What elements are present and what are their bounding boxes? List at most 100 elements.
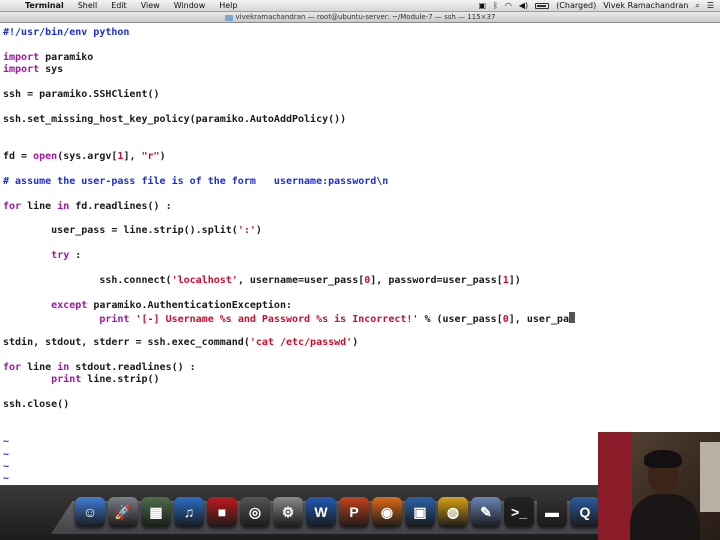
code-token: ~ bbox=[3, 473, 10, 485]
code-token: ) bbox=[159, 151, 166, 162]
mission-control-icon[interactable]: ▦ bbox=[141, 497, 171, 527]
itunes-icon[interactable]: ♫ bbox=[174, 497, 204, 527]
code-token: user_pass = line.strip().split( bbox=[3, 225, 238, 237]
terminal-editor[interactable]: #!/usr/bin/env python import paramiko impo… bbox=[0, 23, 720, 485]
terminal-icon[interactable]: >_ bbox=[504, 497, 534, 527]
code-token: in bbox=[57, 361, 70, 373]
window-title: vivekramachandran — root@ubuntu-server: … bbox=[235, 13, 496, 21]
code-token: % (user_pass[ bbox=[418, 314, 503, 326]
webcam-person-body bbox=[630, 494, 700, 540]
window-title-bar[interactable]: vivekramachandran — root@ubuntu-server: … bbox=[0, 12, 720, 23]
code-line: stdin, stdout, stderr = ssh.exec_command… bbox=[3, 337, 358, 349]
list-icon[interactable]: ☰ bbox=[707, 0, 714, 12]
code-token: for bbox=[3, 200, 22, 212]
battery-icon[interactable] bbox=[535, 2, 550, 9]
code-line: fd = open(sys.argv[1], "r") bbox=[3, 151, 166, 163]
dvd-player-icon[interactable]: ◎ bbox=[240, 497, 270, 527]
code-token: open bbox=[33, 151, 58, 162]
code-token: ~ bbox=[3, 436, 10, 448]
launchpad-icon[interactable]: 🚀 bbox=[108, 497, 138, 527]
code-token: ssh.close() bbox=[3, 399, 70, 410]
code-token: ~ bbox=[3, 461, 10, 472]
code-line: print line.strip() bbox=[3, 374, 160, 386]
menu-bar: Terminal Shell Edit View Window Help ▣ ᛒ… bbox=[0, 0, 720, 12]
code-token: import bbox=[3, 64, 40, 76]
powerpoint-icon[interactable]: P bbox=[339, 497, 369, 527]
screen-icon[interactable]: ▬ bbox=[537, 497, 567, 527]
user-name[interactable]: Vivek Ramachandran bbox=[603, 0, 688, 12]
menu-edit[interactable]: Edit bbox=[104, 0, 134, 12]
webcam-person-hair bbox=[644, 450, 682, 468]
virtualbox-icon[interactable]: ▣ bbox=[405, 497, 435, 527]
code-token: fd.readlines() : bbox=[69, 200, 172, 212]
code-line: except paramiko.AuthenticationException: bbox=[3, 300, 292, 312]
code-line: try : bbox=[3, 250, 81, 262]
code-token: line.strip() bbox=[81, 374, 160, 386]
code-token: "r" bbox=[141, 151, 160, 162]
code-token: ssh = paramiko.SSHClient() bbox=[3, 89, 160, 100]
code-token: ], password=user_pass[ bbox=[370, 275, 503, 286]
menu-shell[interactable]: Shell bbox=[71, 0, 105, 12]
search-icon[interactable]: ⌕ bbox=[695, 0, 699, 12]
bluetooth-icon[interactable]: ᛒ bbox=[493, 0, 498, 12]
chrome-icon[interactable]: ◍ bbox=[438, 497, 468, 527]
battery-status: (Charged) bbox=[556, 0, 597, 10]
code-token: import bbox=[3, 51, 40, 63]
finder-icon[interactable]: ☺ bbox=[75, 497, 105, 527]
code-line: ssh.connect('localhost', username=user_p… bbox=[3, 275, 520, 287]
code-line: # assume the user-pass file is of the fo… bbox=[3, 176, 388, 188]
system-preferences-icon[interactable]: ⚙ bbox=[273, 497, 303, 527]
code-token: ) bbox=[352, 337, 359, 348]
code-token: stdin, stdout, stderr = ssh.exec_command… bbox=[3, 337, 250, 348]
code-line: for line in fd.readlines() : bbox=[3, 201, 172, 213]
code-token: : bbox=[69, 250, 82, 262]
code-line: user_pass = line.strip().split(':') bbox=[3, 225, 262, 237]
code-line: import sys bbox=[3, 64, 63, 76]
webcam-curtain bbox=[598, 432, 632, 540]
code-line: ssh = paramiko.SSHClient() bbox=[3, 89, 160, 101]
photo-booth-icon[interactable]: ■ bbox=[207, 497, 237, 527]
code-line: ssh.set_missing_host_key_policy(paramiko… bbox=[3, 114, 346, 126]
menu-help[interactable]: Help bbox=[212, 0, 244, 12]
code-token: for bbox=[3, 361, 22, 373]
webcam-shelf bbox=[700, 442, 720, 512]
wifi-icon[interactable]: ◠ bbox=[505, 0, 512, 12]
code-token: try bbox=[51, 250, 70, 262]
status-area: ▣ ᛒ ◠ ◀) (Charged) Vivek Ramachandran ⌕ … bbox=[479, 0, 720, 12]
menu-view[interactable]: View bbox=[134, 0, 167, 12]
volume-icon[interactable]: ◀) bbox=[519, 0, 528, 12]
camera-icon[interactable]: ▣ bbox=[479, 0, 487, 12]
code-token: except bbox=[51, 299, 88, 311]
folder-icon bbox=[224, 14, 233, 21]
code-token: (sys.argv[ bbox=[57, 151, 118, 162]
menu-app-name[interactable]: Terminal bbox=[18, 0, 71, 12]
firefox-icon[interactable]: ◉ bbox=[372, 497, 402, 527]
code-token: # assume the user-pass file is of the fo… bbox=[3, 175, 389, 187]
quicktime-icon[interactable]: Q bbox=[570, 497, 600, 527]
code-token: , username=user_pass[ bbox=[237, 275, 365, 286]
code-token: ) bbox=[255, 225, 262, 237]
code-line: #!/usr/bin/env python bbox=[3, 27, 129, 39]
code-line: ~ bbox=[3, 473, 9, 485]
code-token: line bbox=[21, 200, 58, 212]
code-line: import paramiko bbox=[3, 52, 93, 64]
code-token: '[-] Username %s and Password %s is Inco… bbox=[135, 314, 419, 326]
code-token: #!/usr/bin/env python bbox=[3, 27, 130, 38]
code-token: ], user_pa bbox=[508, 314, 569, 326]
text-cursor bbox=[568, 312, 575, 324]
code-line: print '[-] Username %s and Password %s i… bbox=[3, 312, 575, 326]
menu-window[interactable]: Window bbox=[167, 0, 213, 12]
code-token: stdout.readlines() : bbox=[69, 361, 196, 373]
preview-icon[interactable]: ✎ bbox=[471, 497, 501, 527]
code-token: ], bbox=[123, 151, 142, 162]
webcam-video bbox=[598, 432, 720, 540]
code-token: paramiko bbox=[39, 51, 94, 63]
word-icon[interactable]: W bbox=[306, 497, 336, 527]
code-token: print bbox=[99, 314, 130, 326]
code-token: 'localhost' bbox=[171, 275, 238, 286]
code-line: for line in stdout.readlines() : bbox=[3, 362, 196, 374]
